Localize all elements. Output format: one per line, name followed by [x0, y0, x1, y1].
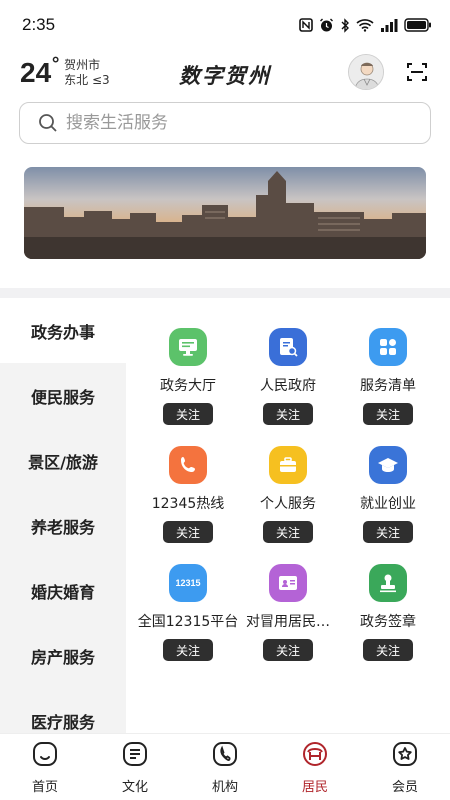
nav-item-institution[interactable]: 机构: [180, 734, 270, 800]
nav-label: 首页: [31, 780, 58, 795]
follow-button[interactable]: 关注: [163, 521, 213, 543]
status-icons: [299, 17, 432, 33]
service-tile-hotline[interactable]: 12345热线 关注: [138, 446, 238, 543]
section-divider: [0, 288, 450, 298]
city-skyline-image: [24, 167, 426, 259]
follow-button[interactable]: 关注: [263, 403, 313, 425]
nav-item-member[interactable]: 会员: [360, 734, 450, 800]
follow-button[interactable]: 关注: [163, 639, 213, 661]
sidebar-item-government[interactable]: 政务办事: [0, 298, 126, 363]
sidebar-item-housing[interactable]: 房产服务: [0, 623, 126, 688]
nav-label: 文化: [121, 780, 148, 795]
alarm-icon: [320, 18, 333, 31]
follow-button[interactable]: 关注: [363, 403, 413, 425]
bottom-nav: 首页 文化 机构 居民 会员: [0, 733, 450, 800]
nfc-icon: [299, 18, 313, 32]
header: 24 ° 贺州市 东北 ≤3 数字贺州: [0, 50, 450, 98]
scan-icon[interactable]: [406, 61, 428, 83]
service-tile-12315[interactable]: 12315 全国12315平台 关注: [138, 564, 238, 661]
search-input[interactable]: [66, 113, 366, 133]
sidebar-item-marriage[interactable]: 婚庆婚育: [0, 558, 126, 623]
search-bar[interactable]: [19, 102, 431, 144]
apps-grid-icon: [369, 328, 407, 366]
monitor-icon: [169, 328, 207, 366]
nav-label: 机构: [211, 780, 238, 795]
service-tile-people-gov[interactable]: 人民政府 关注: [238, 328, 338, 425]
search-icon: [39, 114, 57, 132]
status-time: 2:35: [22, 15, 56, 34]
service-grid: 政务大厅 关注 人民政府 关注 服务清单 关注 12345热线 关注 个人服务 …: [126, 298, 450, 733]
service-tile-service-list[interactable]: 服务清单 关注: [338, 328, 438, 425]
nav-item-home[interactable]: 首页: [0, 734, 90, 800]
follow-button[interactable]: 关注: [263, 521, 313, 543]
phone-icon: [169, 446, 207, 484]
culture-icon: [123, 742, 147, 766]
sidebar-item-convenience[interactable]: 便民服务: [0, 363, 126, 428]
sidebar-item-label: 景区/旅游: [28, 452, 98, 472]
service-tile-gov-hall[interactable]: 政务大厅 关注: [138, 328, 238, 425]
institution-icon: [213, 742, 237, 766]
service-tile-signature[interactable]: 政务签章 关注: [338, 564, 438, 661]
resident-icon: [303, 742, 327, 766]
nav-label: 居民: [301, 780, 328, 795]
nav-item-culture[interactable]: 文化: [90, 734, 180, 800]
sidebar-item-label: 医疗服务: [30, 712, 95, 732]
member-icon: [393, 742, 417, 766]
service-tile-identity[interactable]: 对冒用居民… 关注: [238, 564, 338, 661]
sidebar-item-label: 婚庆婚育: [30, 582, 95, 602]
status-bar: 2:35: [0, 0, 450, 50]
service-tile-personal[interactable]: 个人服务 关注: [238, 446, 338, 543]
bluetooth-icon: [341, 17, 349, 33]
follow-button[interactable]: 关注: [363, 521, 413, 543]
document-search-icon: [269, 328, 307, 366]
home-icon: [33, 742, 57, 766]
city-banner[interactable]: [24, 167, 426, 259]
nav-label: 会员: [391, 780, 418, 795]
follow-button[interactable]: 关注: [263, 639, 313, 661]
graduation-cap-icon: [369, 446, 407, 484]
wifi-icon: [356, 19, 374, 32]
sidebar-item-tourism[interactable]: 景区/旅游: [0, 428, 126, 493]
signal-icon: [381, 19, 398, 32]
sidebar-item-medical[interactable]: 医疗服务: [0, 688, 126, 733]
sidebar-item-label: 政务办事: [30, 322, 95, 342]
nav-item-resident[interactable]: 居民: [270, 734, 360, 800]
sidebar-item-elderly-care[interactable]: 养老服务: [0, 493, 126, 558]
sidebar-item-label: 便民服务: [30, 387, 95, 407]
avatar[interactable]: [348, 54, 384, 90]
service-label: 政务签章: [360, 614, 416, 630]
follow-button[interactable]: 关注: [363, 639, 413, 661]
service-label: 就业创业: [360, 496, 416, 512]
sidebar-item-label: 养老服务: [30, 517, 95, 537]
service-tile-employment[interactable]: 就业创业 关注: [338, 446, 438, 543]
12315-icon: 12315: [169, 564, 207, 602]
sidebar-item-label: 房产服务: [30, 647, 95, 667]
service-label: 服务清单: [360, 378, 416, 394]
stamp-icon: [369, 564, 407, 602]
battery-icon: [404, 18, 431, 32]
follow-button[interactable]: 关注: [163, 403, 213, 425]
category-sidebar: 政务办事 便民服务 景区/旅游 养老服务 婚庆婚育 房产服务 医疗服务: [0, 298, 126, 733]
id-card-icon: [269, 564, 307, 602]
briefcase-icon: [269, 446, 307, 484]
